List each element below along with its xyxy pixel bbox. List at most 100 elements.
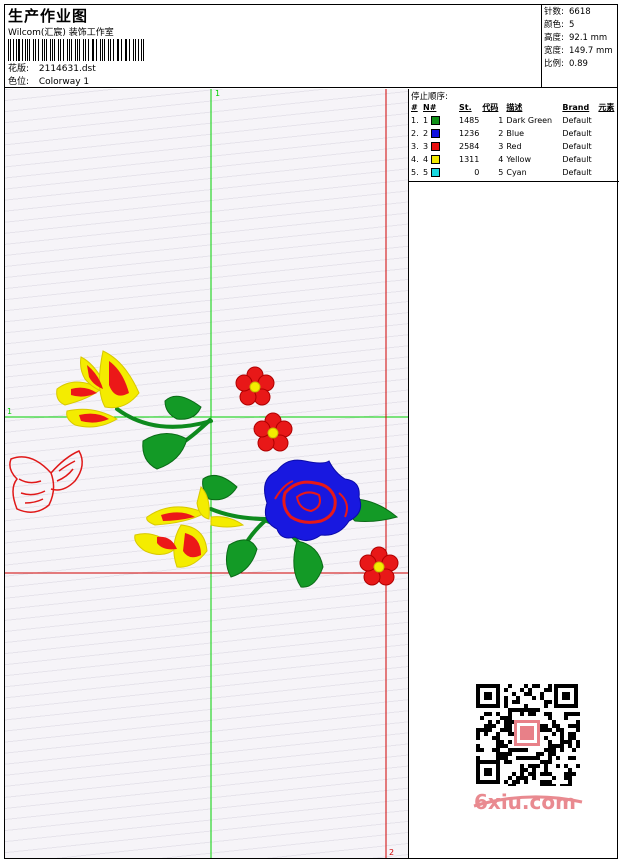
qr-module [576,724,580,728]
qr-module [532,756,536,760]
qr-module [476,736,480,740]
row-brand: Default [562,168,592,177]
qr-module [568,712,572,716]
qr-module [532,768,536,772]
barcode-bar [88,39,89,61]
barcode-bar [42,39,43,61]
qr-module [528,688,532,692]
barcode-bar [25,39,26,61]
qr-module [488,728,492,732]
qr-module [508,716,512,720]
qr-module [476,728,480,732]
qr-module [572,748,576,752]
page-title: 生产作业图 [8,7,89,25]
barcode-bar [128,39,130,61]
table-row[interactable]: 2. 2 1236 2 Blue Default [411,127,617,140]
barcode-bar [62,39,65,61]
qr-module [488,712,492,716]
row-description: Cyan [506,168,527,177]
qr-module [512,748,516,752]
barcode [8,39,146,61]
table-header-row: # N# St. 代码 描述 Brand 元素 [411,101,617,114]
qr-module [496,740,500,744]
colorway-row: 色位: Colorway 1 [8,74,89,87]
qr-module [532,764,536,768]
qr-module [544,712,548,716]
qr-module [500,740,504,744]
qr-module [524,776,528,780]
barcode-bar [96,39,97,61]
barcode-bar [10,39,11,61]
design-canvas[interactable]: 1 1 2 [5,89,408,858]
barcode-bar [137,39,139,61]
qr-module [572,772,576,776]
qr-module [572,712,576,716]
table-row[interactable]: 4. 4 1311 4 Yellow Default [411,153,617,166]
qr-module [500,728,504,732]
qr-module [564,776,568,780]
table-row[interactable]: 1. 1 1485 1 Dark Green Default [411,114,617,127]
row-element [598,127,617,140]
qr-module [504,720,508,724]
barcode-bar [33,39,35,61]
qr-module [540,752,544,756]
qr-module [548,760,552,764]
row-brand: Default [562,129,592,138]
qr-module [540,772,544,776]
barcode-bar [50,39,51,61]
qr-module [520,748,524,752]
qr-module [516,748,520,752]
qr-module [508,728,512,732]
barcode-bar [75,39,76,61]
barcode-bar [54,39,56,61]
table-row[interactable]: 3. 3 2584 3 Red Default [411,140,617,153]
barcode-bar [118,39,119,61]
qr-module [576,728,580,732]
design-file-label: 花版: [8,64,30,74]
qr-module [476,744,480,748]
qr-module [508,776,512,780]
qr-module [508,732,512,736]
qr-module [484,732,488,736]
qr-module [528,692,532,696]
col-index: # [411,103,418,112]
qr-module [548,716,552,720]
qr-module [572,756,576,760]
qr-module [524,704,528,708]
qr-module [548,780,552,784]
qr-module [576,764,580,768]
qr-code [470,680,586,790]
barcode-bar [93,39,95,61]
col-description: 描述 [506,103,523,112]
qr-module [560,728,564,732]
qr-module [564,712,568,716]
qr-module [504,756,508,760]
butterfly [9,450,83,513]
qr-module [484,724,488,728]
watermark-site: 6xiu.com [474,790,576,814]
row-index: 2. [411,129,419,138]
qr-module [564,764,568,768]
row-stitches: 1485 [459,116,480,125]
qr-module [508,720,512,724]
barcode-bar [91,39,93,61]
table-row[interactable]: 5. 5 0 5 Cyan Default [411,166,617,179]
barcode-bar [16,39,18,61]
qr-module [556,728,560,732]
qr-module [496,744,500,748]
row-stitches: 0 [474,168,480,177]
col-needle: N# [423,103,437,112]
qr-module [544,772,548,776]
barcode-bar [8,39,10,61]
barcode-bar [124,39,126,61]
qr-module [548,756,552,760]
qr-module [536,708,540,712]
qr-module [544,704,548,708]
qr-module [492,748,496,752]
qr-module [560,736,564,740]
design-file-row: 花版: 2114631.dst [8,61,96,74]
qr-module [544,728,548,732]
qr-module [552,776,556,780]
qr-module [540,728,544,732]
qr-module [504,752,508,756]
